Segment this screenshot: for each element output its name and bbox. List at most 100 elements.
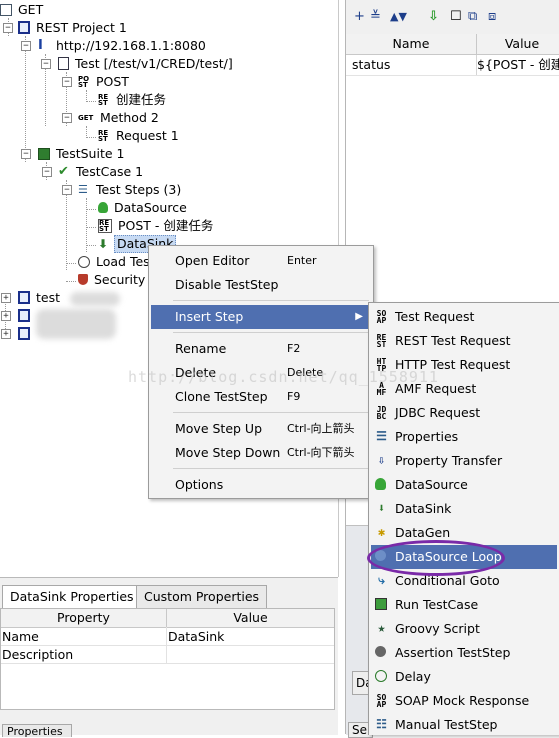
clock-icon xyxy=(78,255,90,268)
tree-node-post-method[interactable]: PO ST POST xyxy=(78,73,131,91)
tree-node-test-project[interactable]: test xyxy=(18,289,62,307)
submenu-item-run-testcase[interactable]: Run TestCase xyxy=(371,593,557,617)
submenu-item-manual-teststep[interactable]: ☷ Manual TestStep xyxy=(371,713,557,737)
project-icon xyxy=(18,21,30,34)
square-icon[interactable]: ☐ xyxy=(450,10,462,24)
column-header-value[interactable]: Value xyxy=(167,609,334,628)
collapse-toggle[interactable]: − xyxy=(21,149,31,159)
tree-node-teststeps[interactable]: ☰ Test Steps (3) xyxy=(78,181,183,199)
menu-item-clone-teststep[interactable]: Clone TestStep F9 xyxy=(151,385,371,409)
table-row-property[interactable]: Description xyxy=(2,646,162,664)
collapse-toggle[interactable]: − xyxy=(41,59,51,69)
collapse-toggle[interactable]: − xyxy=(62,77,72,87)
redacted-area xyxy=(70,292,120,306)
collapse-toggle[interactable]: − xyxy=(42,167,52,177)
tree-node-hidden-project[interactable] xyxy=(18,325,34,343)
submenu-item-assertion-teststep[interactable]: Assertion TestStep xyxy=(371,641,557,665)
tree-node-endpoint[interactable]: Ihttp://192.168.1.1:8080 xyxy=(38,37,208,55)
soap-icon: SO AP xyxy=(376,309,387,325)
submenu-arrow-icon: ▶ xyxy=(355,311,363,322)
tree-node-method2[interactable]: GET Method 2 xyxy=(78,109,161,127)
highlight-annotation xyxy=(367,540,505,576)
tree-node-load-tests[interactable]: Load Tes xyxy=(78,253,152,271)
table-row-value[interactable]: DataSink xyxy=(168,628,328,646)
project-icon xyxy=(18,327,30,340)
menu-item-move-step-down[interactable]: Move Step Down Ctrl-向下箭头 xyxy=(151,441,371,465)
jdbc-icon: JD BC xyxy=(376,405,387,421)
property-name-cell[interactable]: status xyxy=(352,56,472,74)
table-row-value[interactable] xyxy=(168,646,328,664)
tree-node-security[interactable]: Security xyxy=(78,271,147,289)
load-icon[interactable]: ⧉ xyxy=(468,10,477,24)
move-up-down-icon[interactable]: ▲▼ xyxy=(390,10,407,24)
rest-request-icon: RE ST xyxy=(98,92,109,107)
list-icon: ☰ xyxy=(78,182,88,196)
collapse-toggle[interactable]: − xyxy=(21,41,31,51)
testcase-icon: ✔ xyxy=(58,163,69,179)
add-property-icon[interactable]: + xyxy=(354,10,365,24)
menu-item-insert-step[interactable]: Insert Step ▶ xyxy=(151,305,371,329)
table-row-property[interactable]: Name xyxy=(2,628,162,646)
tab-custom-properties[interactable]: Custom Properties xyxy=(136,585,268,608)
post-icon: PO ST xyxy=(78,74,90,89)
tree-node-post-step[interactable]: RE ST POST - 创建任务 xyxy=(98,217,215,235)
rest-request-icon: RE ST xyxy=(98,218,112,233)
testsuite-icon xyxy=(38,147,50,160)
tree-node-datasource[interactable]: DataSource xyxy=(98,199,189,217)
submenu-item-datasource[interactable]: DataSource xyxy=(371,473,557,497)
tree-node-request-create[interactable]: RE ST 创建任务 xyxy=(98,91,168,109)
submenu-item-datasink[interactable]: ⬇ DataSink xyxy=(371,497,557,521)
menu-item-disable-teststep[interactable]: Disable TestStep xyxy=(151,273,371,297)
tree-node-testsuite[interactable]: TestSuite 1 xyxy=(38,145,126,163)
menu-item-open-editor[interactable]: Open Editor Enter xyxy=(151,249,371,273)
get-icon: GET xyxy=(78,113,94,122)
submenu-item-soap-mock-response[interactable]: SO AP SOAP Mock Response xyxy=(371,689,557,713)
collapse-toggle[interactable]: − xyxy=(62,185,72,195)
step-properties-area: DataSink Properties Custom Properties Pr… xyxy=(0,577,338,737)
collapse-toggle[interactable]: − xyxy=(3,23,13,33)
column-header-name[interactable]: Name xyxy=(346,34,477,55)
save-icon[interactable]: ⧈ xyxy=(488,10,496,24)
insert-step-submenu: SO AP Test Request RE ST REST Test Request H… xyxy=(368,302,559,735)
manual-icon: ☷ xyxy=(376,717,387,731)
tab-datasink-properties[interactable]: DataSink Properties xyxy=(2,585,142,608)
menu-item-rename[interactable]: Rename F2 xyxy=(151,337,371,361)
submenu-item-groovy-script[interactable]: ★ Groovy Script xyxy=(371,617,557,641)
remove-property-icon[interactable]: ≚ xyxy=(370,10,381,24)
submenu-item-rest-test-request[interactable]: RE ST REST Test Request xyxy=(371,329,557,353)
properties-icon: ☰ xyxy=(376,429,387,443)
collapse-toggle[interactable]: − xyxy=(62,113,72,123)
submenu-item-jdbc-request[interactable]: JD BC JDBC Request xyxy=(371,401,557,425)
column-header-value[interactable]: Value xyxy=(477,34,559,55)
tree-node-resource[interactable]: Test [/test/v1/CRED/test/] xyxy=(58,55,235,73)
submenu-item-properties[interactable]: ☰ Properties xyxy=(371,425,557,449)
properties-table: Property Value Name DataSink Description xyxy=(0,608,335,710)
project-icon xyxy=(18,309,30,322)
datasource-icon xyxy=(98,202,108,213)
resource-icon xyxy=(58,57,69,70)
tree-node-project[interactable]: REST Project 1 xyxy=(18,19,129,37)
window-icon xyxy=(0,3,12,16)
transfer-icon: ⇩ xyxy=(377,453,386,467)
expand-toggle[interactable]: + xyxy=(1,329,11,339)
submenu-item-property-transfer[interactable]: ⇩ Property Transfer xyxy=(371,449,557,473)
menu-item-move-step-up[interactable]: Move Step Up Ctrl-向上箭头 xyxy=(151,417,371,441)
datasink-icon: ⬇ xyxy=(377,501,386,515)
arrow-down-icon[interactable]: ⇩ xyxy=(428,10,439,24)
expand-toggle[interactable]: + xyxy=(1,311,11,321)
menu-item-options[interactable]: Options xyxy=(151,473,371,497)
column-header-property[interactable]: Property xyxy=(1,609,167,628)
submenu-item-delay[interactable]: Delay xyxy=(371,665,557,689)
delay-icon xyxy=(375,670,387,682)
tree-node-request1[interactable]: RE ST Request 1 xyxy=(98,127,181,145)
project-icon xyxy=(18,291,30,304)
tree-node-testcase[interactable]: ✔ TestCase 1 xyxy=(58,163,145,181)
submenu-item-test-request[interactable]: SO AP Test Request xyxy=(371,305,557,329)
tab-properties-partial[interactable]: Properties xyxy=(2,724,72,737)
property-value-cell[interactable]: ${POST - 创建 xyxy=(477,56,559,74)
tree-node-get[interactable]: GET xyxy=(0,1,45,19)
groovy-icon: ★ xyxy=(377,621,386,636)
expand-toggle[interactable]: + xyxy=(1,293,11,303)
tree-node-hidden-project[interactable] xyxy=(18,307,34,325)
datasink-icon: ⬇ xyxy=(98,236,109,251)
